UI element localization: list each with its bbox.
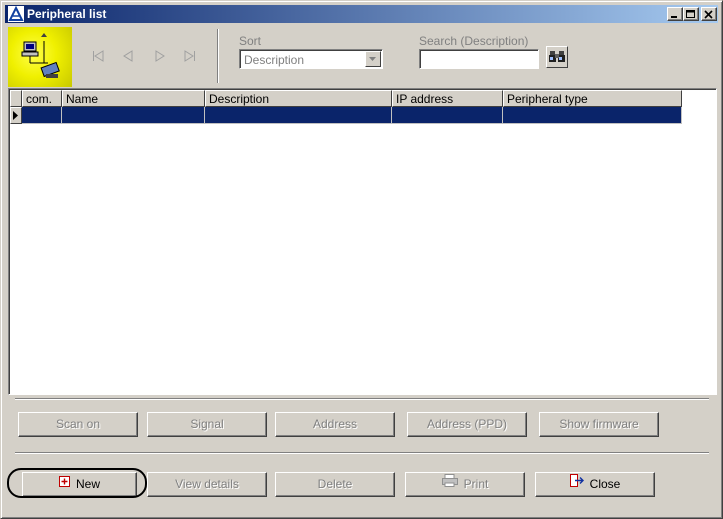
peripheral-list-window: Peripheral list Sort Description Search … <box>0 0 723 519</box>
print-button-label: Print <box>463 477 489 491</box>
previous-record-button[interactable] <box>119 47 137 65</box>
print-button[interactable]: Print <box>405 472 525 497</box>
address-button[interactable]: Address <box>275 412 395 437</box>
cell-com[interactable] <box>22 107 62 124</box>
search-input[interactable] <box>419 49 539 69</box>
scan-on-button[interactable]: Scan on <box>18 412 138 437</box>
cell-description[interactable] <box>205 107 392 124</box>
dropdown-arrow-button[interactable] <box>365 51 381 67</box>
search-label: Search (Description) <box>419 34 529 48</box>
next-record-icon <box>155 50 165 62</box>
binoculars-icon <box>549 51 565 62</box>
address-ppd-button[interactable]: Address (PPD) <box>407 412 527 437</box>
first-record-button[interactable] <box>89 47 107 65</box>
column-header-description[interactable]: Description <box>205 90 392 107</box>
delete-button[interactable]: Delete <box>275 472 395 497</box>
section-divider-bottom <box>15 452 709 454</box>
peripherals-network-icon <box>21 33 60 78</box>
window-title: Peripheral list <box>27 7 107 21</box>
chevron-down-icon <box>369 57 376 61</box>
peripherals-logo <box>8 27 72 87</box>
close-window-button[interactable]: Close <box>535 472 655 497</box>
row-indicator-header <box>10 90 22 107</box>
peripherals-table[interactable]: com. Name Description IP address Periphe… <box>8 88 717 395</box>
current-row-arrow-icon <box>13 111 18 120</box>
maximize-icon <box>686 10 695 18</box>
close-window-button-label: Close <box>589 477 621 491</box>
minimize-button[interactable] <box>667 7 683 21</box>
sort-label: Sort <box>239 34 262 48</box>
delta-triangle-icon <box>8 5 24 22</box>
signal-button[interactable]: Signal <box>147 412 267 437</box>
column-header-com[interactable]: com. <box>22 90 62 107</box>
last-record-icon <box>184 50 195 62</box>
maximize-button[interactable] <box>683 7 699 21</box>
printer-icon <box>441 472 458 495</box>
toolbar-separator <box>217 29 219 83</box>
cell-name[interactable] <box>62 107 205 124</box>
previous-record-icon <box>123 50 133 62</box>
last-record-button[interactable] <box>181 47 199 65</box>
close-icon <box>704 10 713 19</box>
close-button[interactable] <box>701 7 717 21</box>
column-header-peripheral-type[interactable]: Peripheral type <box>503 90 682 107</box>
exit-door-icon <box>569 472 584 495</box>
new-button-highlight-ring <box>7 468 147 498</box>
cell-peripheral-type[interactable] <box>503 107 682 124</box>
show-firmware-button[interactable]: Show firmware <box>539 412 659 437</box>
next-record-button[interactable] <box>151 47 169 65</box>
title-bar[interactable]: Peripheral list <box>5 5 718 23</box>
first-record-icon <box>93 50 104 62</box>
minimize-icon <box>671 16 677 18</box>
sort-dropdown[interactable]: Description <box>239 49 383 69</box>
section-divider-top <box>15 398 709 400</box>
column-header-name[interactable]: Name <box>62 90 205 107</box>
cell-ip-address[interactable] <box>392 107 503 124</box>
row-indicator <box>10 107 22 124</box>
view-details-button[interactable]: View details <box>147 472 267 497</box>
search-button[interactable] <box>546 46 568 68</box>
sort-value: Description <box>244 53 305 67</box>
column-header-ip-address[interactable]: IP address <box>392 90 503 107</box>
